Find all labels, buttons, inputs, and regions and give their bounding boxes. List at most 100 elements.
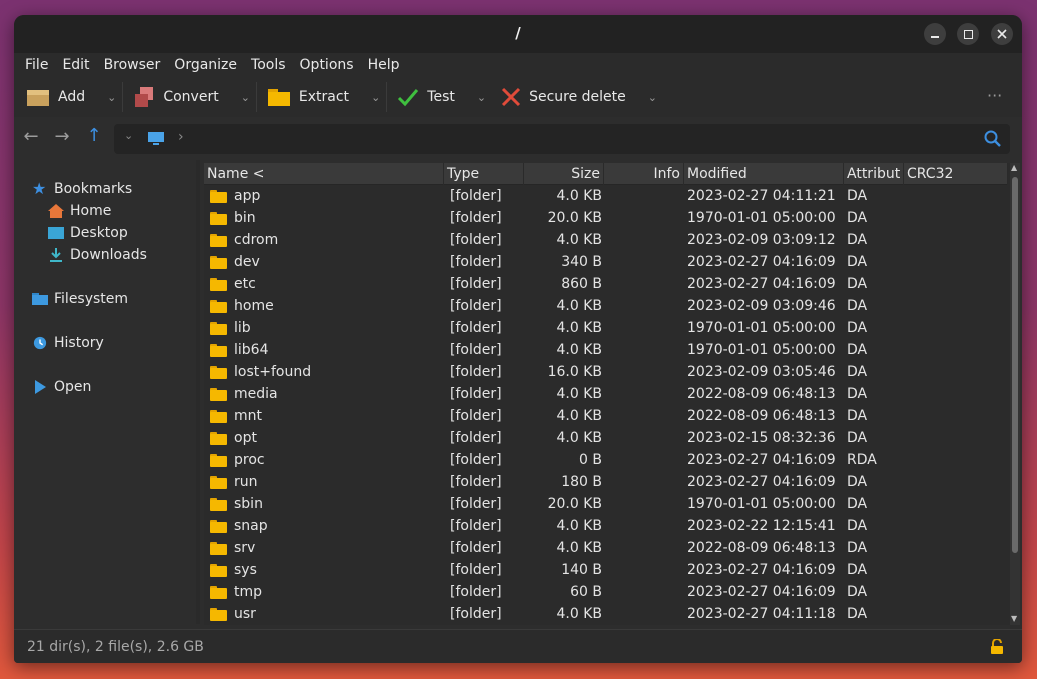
scroll-up-arrow-icon[interactable]: ▲ [1011,163,1017,172]
minimize-button[interactable] [924,23,946,45]
sidebar-item-filesystem[interactable]: Filesystem [32,291,128,307]
secure-delete-button[interactable]: Secure delete [501,81,626,113]
sidebar-item-history[interactable]: History [32,335,104,351]
add-button[interactable]: Add [26,81,85,113]
table-row[interactable]: run [folder] 180 B 2023-02-27 04:16:09 DA [204,471,1008,493]
table-row[interactable]: home [folder] 4.0 KB 2023-02-09 03:09:46 DA [204,295,1008,317]
folder-icon [210,278,227,291]
sidebar-item-bookmarks[interactable]: ★ Bookmarks [32,179,133,198]
cell-name: mnt [234,408,262,424]
vertical-scrollbar[interactable]: ▲ ▼ [1010,163,1020,625]
up-arrow-icon[interactable]: ↑ [79,125,109,146]
table-row[interactable]: lost+found [folder] 16.0 KB 2023-02-09 03:0… [204,361,1008,383]
search-icon[interactable] [984,130,1002,148]
table-row[interactable]: dev [folder] 340 B 2023-02-27 04:16:09 DA [204,251,1008,273]
test-button[interactable]: Test [397,81,455,113]
scroll-down-arrow-icon[interactable]: ▼ [1011,614,1017,623]
secure-delete-dropdown-chevron-icon[interactable]: ⌄ [648,91,657,104]
column-size-header[interactable]: Size [524,163,604,185]
cell-modified: 1970-01-01 05:00:00 [687,496,836,512]
table-row[interactable]: lib64 [folder] 4.0 KB 1970-01-01 05:00:00 DA [204,339,1008,361]
test-label: Test [427,89,455,105]
add-dropdown-chevron-icon[interactable]: ⌄ [107,91,116,104]
cell-type: [folder] [450,188,502,204]
convert-button[interactable]: Convert [133,81,219,113]
cell-size: 4.0 KB [556,518,603,534]
back-arrow-icon[interactable]: ← [16,126,46,147]
computer-icon[interactable] [148,132,164,146]
cell-name: dev [234,254,260,270]
close-button[interactable] [991,23,1013,45]
sidebar-item-open[interactable]: Open [32,379,91,395]
sidebar-item-downloads[interactable]: Downloads [48,247,147,263]
column-type-header[interactable]: Type [444,163,524,185]
menu-options[interactable]: Options [300,57,354,73]
column-attributes-header[interactable]: Attribut [844,163,904,185]
convert-dropdown-chevron-icon[interactable]: ⌄ [241,91,250,104]
table-row[interactable]: tmp [folder] 60 B 2023-02-27 04:16:09 DA [204,581,1008,603]
column-name-header[interactable]: Name < [204,163,444,185]
table-row[interactable]: etc [folder] 860 B 2023-02-27 04:16:09 DA [204,273,1008,295]
sidebar-splitter[interactable] [196,160,200,624]
table-row[interactable]: snap [folder] 4.0 KB 2023-02-22 12:15:41 DA [204,515,1008,537]
table-row[interactable]: bin [folder] 20.0 KB 1970-01-01 05:00:00 DA [204,207,1008,229]
cell-type: [folder] [450,232,502,248]
path-field[interactable]: ⌄ › [114,124,1010,154]
status-bar: 21 dir(s), 2 file(s), 2.6 GB [14,629,1022,663]
test-dropdown-chevron-icon[interactable]: ⌄ [477,91,486,104]
forward-arrow-icon[interactable]: → [47,126,77,147]
sidebar-item-label: Bookmarks [54,181,133,197]
cell-size: 4.0 KB [556,408,603,424]
column-modified-header[interactable]: Modified [684,163,844,185]
table-row[interactable]: sbin [folder] 20.0 KB 1970-01-01 05:00:00 DA [204,493,1008,515]
cell-size: 4.0 KB [556,606,603,622]
more-options-icon[interactable]: ··· [987,86,1002,105]
table-row[interactable]: media [folder] 4.0 KB 2022-08-09 06:48:13 DA [204,383,1008,405]
table-row[interactable]: mnt [folder] 4.0 KB 2022-08-09 06:48:13 DA [204,405,1008,427]
table-row[interactable]: usr [folder] 4.0 KB 2023-02-27 04:11:18 DA [204,603,1008,625]
minimize-icon [931,36,939,38]
cell-modified: 2022-08-09 06:48:13 [687,540,836,556]
cell-modified: 2023-02-27 04:16:09 [687,474,836,490]
maximize-button[interactable] [957,23,979,45]
column-info-header[interactable]: Info [604,163,684,185]
table-row[interactable]: proc [folder] 0 B 2023-02-27 04:16:09 RDA [204,449,1008,471]
unlock-icon[interactable] [990,639,1004,655]
menu-organize[interactable]: Organize [174,57,237,73]
sidebar-item-home[interactable]: Home [48,203,111,219]
menu-edit[interactable]: Edit [62,57,89,73]
table-row[interactable]: srv [folder] 4.0 KB 2022-08-09 06:48:13 DA [204,537,1008,559]
convert-icon [135,87,154,107]
cell-name: sbin [234,496,263,512]
menu-help[interactable]: Help [368,57,400,73]
cell-attributes: DA [847,562,868,578]
table-row[interactable]: sys [folder] 140 B 2023-02-27 04:16:09 DA [204,559,1008,581]
folder-icon [32,293,48,305]
cell-type: [folder] [450,364,502,380]
menu-file[interactable]: File [25,57,48,73]
cell-attributes: DA [847,496,868,512]
toolbar: Add ⌄ Convert ⌄ Extract ⌄ Test ⌄ Secure … [14,77,1022,117]
cell-name: usr [234,606,256,622]
star-icon: ★ [32,179,47,198]
menu-browser[interactable]: Browser [104,57,161,73]
menu-tools[interactable]: Tools [251,57,286,73]
table-row[interactable]: app [folder] 4.0 KB 2023-02-27 04:11:21 DA [204,185,1008,207]
cell-type: [folder] [450,408,502,424]
cell-attributes: DA [847,386,868,402]
table-row[interactable]: opt [folder] 4.0 KB 2023-02-15 08:32:36 DA [204,427,1008,449]
cell-size: 4.0 KB [556,320,603,336]
table-row[interactable]: lib [folder] 4.0 KB 1970-01-01 05:00:00 DA [204,317,1008,339]
sidebar-item-desktop[interactable]: Desktop [48,225,128,241]
scrollbar-thumb[interactable] [1012,177,1018,553]
extract-dropdown-chevron-icon[interactable]: ⌄ [371,91,380,104]
cell-attributes: DA [847,540,868,556]
folder-icon [210,454,227,467]
home-icon [48,204,64,218]
extract-button[interactable]: Extract [267,81,349,113]
cell-modified: 2023-02-27 04:11:21 [687,188,836,204]
cell-attributes: DA [847,364,868,380]
path-history-chevron-icon[interactable]: ⌄ [124,129,133,142]
table-row[interactable]: cdrom [folder] 4.0 KB 2023-02-09 03:09:12 DA [204,229,1008,251]
column-crc32-header[interactable]: CRC32 [904,163,1008,185]
